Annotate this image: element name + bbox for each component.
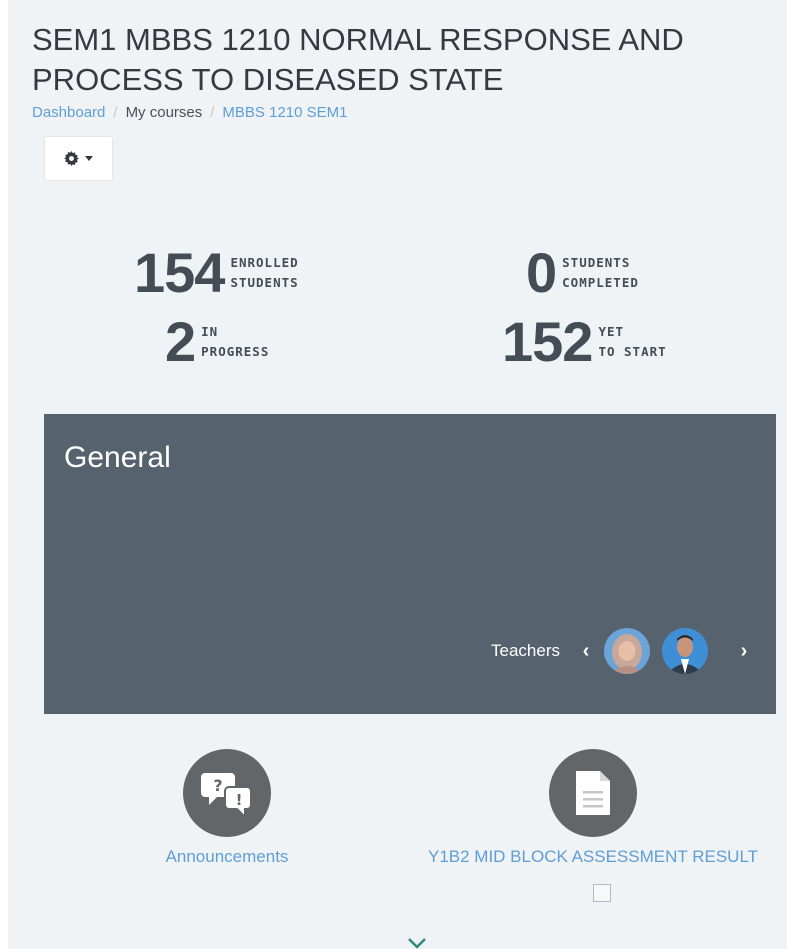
teacher-photo-icon	[604, 628, 650, 674]
course-page: SEM1 MBBS 1210 NORMAL RESPONSE AND PROCE…	[8, 0, 787, 949]
breadcrumb: Dashboard / My courses / MBBS 1210 SEM1	[32, 104, 347, 121]
announcements-link[interactable]: Announcements	[142, 847, 312, 867]
activity-assessment-result: Y1B2 MID BLOCK ASSESSMENT RESULT	[416, 749, 770, 867]
breadcrumb-separator: /	[113, 104, 118, 121]
breadcrumb-my-courses: My courses	[125, 104, 203, 121]
teachers-label: Teachers	[491, 641, 560, 660]
svg-text:!: !	[236, 791, 243, 809]
activity-announcements: ? ! Announcements	[142, 749, 312, 867]
teachers-carousel: Teachers ‹ ›	[491, 628, 756, 674]
page-title: SEM1 MBBS 1210 NORMAL RESPONSE AND PROCE…	[32, 22, 684, 97]
teacher-avatar[interactable]	[604, 628, 650, 674]
breadcrumb-course[interactable]: MBBS 1210 SEM1	[222, 104, 347, 121]
stat-in-progress: 2 IN PROGRESS	[165, 314, 269, 370]
svg-text:?: ?	[213, 776, 222, 795]
file-icon[interactable]	[549, 749, 637, 837]
section-general: General Teachers ‹ ›	[44, 414, 776, 714]
chevron-right-icon[interactable]: ›	[732, 640, 756, 663]
gear-icon	[64, 151, 79, 166]
stat-completed-value: 0	[526, 241, 557, 304]
stat-in-progress-value: 2	[165, 310, 196, 373]
teacher-avatar[interactable]	[662, 628, 708, 674]
stat-completed-label: STUDENTS COMPLETED	[562, 255, 639, 290]
chevron-down-icon[interactable]	[408, 938, 426, 949]
stat-yet-to-start-value: 152	[502, 310, 593, 373]
stat-in-progress-label: IN PROGRESS	[201, 324, 270, 359]
stat-enrolled-label: ENROLLED STUDENTS	[230, 255, 299, 290]
stat-completed: 0 STUDENTS COMPLETED	[526, 245, 639, 301]
chevron-left-icon[interactable]: ‹	[574, 640, 598, 663]
stat-yet-to-start-label: YET TO START	[598, 324, 667, 359]
teacher-photo-icon	[662, 628, 708, 674]
assessment-result-link[interactable]: Y1B2 MID BLOCK ASSESSMENT RESULT	[416, 847, 770, 867]
completion-checkbox[interactable]	[593, 884, 611, 902]
forum-icon[interactable]: ? !	[183, 749, 271, 837]
breadcrumb-dashboard[interactable]: Dashboard	[32, 104, 105, 121]
caret-down-icon	[85, 156, 93, 161]
stat-yet-to-start: 152 YET TO START	[502, 314, 667, 370]
course-settings-button[interactable]	[44, 136, 113, 181]
stat-enrolled-value: 154	[134, 241, 225, 304]
breadcrumb-separator: /	[210, 104, 215, 121]
stat-enrolled: 154 ENROLLED STUDENTS	[134, 245, 299, 301]
section-title: General	[64, 441, 171, 474]
